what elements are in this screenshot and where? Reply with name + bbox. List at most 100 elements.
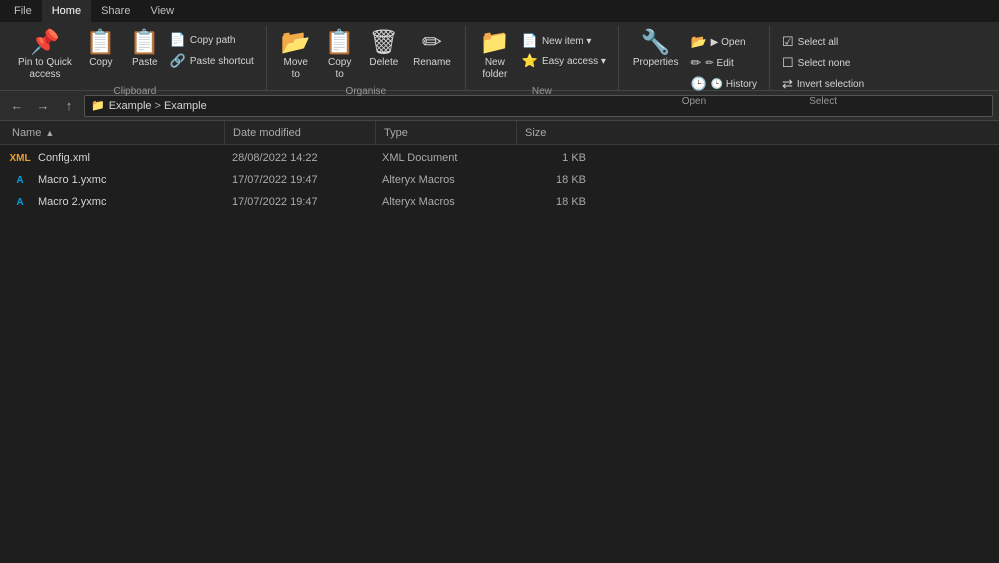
copy-path-icon [170,32,186,48]
copy-to-icon [325,31,355,55]
pin-icon [30,31,60,55]
delete-button[interactable]: Delete [363,28,405,72]
organise-items: Moveto Copyto Delete Rename [275,28,457,84]
new-items: Newfolder New item ▾ Easy access ▾ [474,28,610,84]
edit-label: ✏ Edit [705,58,733,69]
easy-access-label: Easy access ▾ [542,56,606,67]
ribbon-group-select: Select all Select none Invert selection … [770,26,876,90]
file-type: Alteryx Macros [374,196,514,208]
history-button[interactable]: 🕒 History [686,74,761,94]
file-name-cell: A Macro 2.yxmc [4,194,224,210]
easy-access-button[interactable]: Easy access ▾ [518,51,610,71]
copy-label: Copy [89,57,112,69]
select-label: Select [809,94,837,109]
file-type: XML Document [374,152,514,164]
new-folder-icon [480,31,510,55]
folder-icon: 📁 [91,99,105,112]
rename-button[interactable]: Rename [407,28,457,72]
properties-icon [641,31,671,55]
back-button[interactable]: ← [6,95,28,117]
rename-label: Rename [413,57,451,69]
file-row[interactable]: XML Config.xml 28/08/2022 14:22 XML Docu… [0,147,999,169]
file-row[interactable]: A Macro 2.yxmc 17/07/2022 19:47 Alteryx … [0,191,999,213]
tab-home[interactable]: Home [42,0,91,22]
select-none-icon [782,55,794,71]
file-date: 28/08/2022 14:22 [224,152,374,164]
easy-access-icon [522,53,538,69]
open-button[interactable]: ▶ Open [686,32,761,52]
copy-path-button[interactable]: Copy path [166,30,258,50]
file-date: 17/07/2022 19:47 [224,174,374,186]
column-headers: Name ▲ Date modified Type Size [0,121,999,145]
new-item-button[interactable]: New item ▾ [518,31,610,51]
delete-label: Delete [369,57,398,69]
file-type-icon: A [12,194,28,210]
ribbon-group-clipboard: Pin to Quickaccess Copy Paste Copy path [4,26,267,90]
paste-shortcut-button[interactable]: Paste shortcut [166,51,258,71]
edit-button[interactable]: ✏ Edit [686,53,761,73]
file-name-cell: A Macro 1.yxmc [4,172,224,188]
properties-button[interactable]: Properties [627,28,685,72]
col-header-name[interactable]: Name ▲ [4,127,224,139]
copy-to-label: Copyto [328,57,351,81]
copy-button[interactable]: Copy [80,28,122,72]
move-to-button[interactable]: Moveto [275,28,317,84]
paste-button[interactable]: Paste [124,28,166,72]
select-items: Select all Select none Invert selection [778,28,868,94]
select-all-label: Select all [798,37,839,48]
invert-label: Invert selection [797,79,864,90]
file-pane: Name ▲ Date modified Type Size XML Confi… [0,121,999,215]
forward-button[interactable]: → [32,95,54,117]
xml-icon: XML [9,153,30,164]
open-icon [690,34,706,50]
up-button[interactable]: ↑ [58,95,80,117]
tab-share[interactable]: Share [91,0,140,22]
alteryx-icon: A [16,175,23,186]
tab-view[interactable]: View [140,0,184,22]
new-folder-button[interactable]: Newfolder [474,28,516,84]
address-part-2[interactable]: Example [164,100,207,112]
pin-label: Pin to Quickaccess [18,57,72,81]
paste-sub-buttons: Copy path Paste shortcut [166,30,258,71]
sort-icon: ▲ [45,128,54,138]
pin-to-quick-access-button[interactable]: Pin to Quickaccess [12,28,78,84]
select-none-button[interactable]: Select none [778,53,868,73]
invert-icon [782,76,793,92]
history-label: 🕒 History [711,79,757,90]
col-header-type[interactable]: Type [376,127,516,139]
open-sub-buttons: ▶ Open ✏ Edit 🕒 History [686,32,761,94]
file-size: 18 KB [514,196,594,208]
file-row[interactable]: A Macro 1.yxmc 17/07/2022 19:47 Alteryx … [0,169,999,191]
new-item-label: New item ▾ [542,36,591,47]
col-header-size[interactable]: Size [517,127,597,139]
file-name-cell: XML Config.xml [4,150,224,166]
copy-to-button[interactable]: Copyto [319,28,361,84]
new-item-group: New item ▾ Easy access ▾ [518,28,610,71]
open-label: Open [682,94,706,109]
new-folder-label: Newfolder [482,57,507,81]
file-name: Config.xml [38,152,216,164]
paste-shortcut-icon [170,53,186,69]
file-type-icon: A [12,172,28,188]
new-item-icon [522,33,538,49]
select-none-label: Select none [798,58,851,69]
copy-icon [86,31,116,55]
clipboard-items: Pin to Quickaccess Copy Paste Copy path [12,28,258,84]
organise-label: Organise [346,84,387,99]
ribbon-content: Pin to Quickaccess Copy Paste Copy path [0,22,999,90]
ribbon-group-open: Properties ▶ Open ✏ Edit 🕒 History [619,26,770,90]
alteryx-icon: A [16,197,23,208]
tab-file[interactable]: File [4,0,42,22]
invert-selection-button[interactable]: Invert selection [778,74,868,94]
paste-group: Paste Copy path Paste shortcut [124,28,258,72]
file-type: Alteryx Macros [374,174,514,186]
open-items: Properties ▶ Open ✏ Edit 🕒 History [627,28,761,94]
ribbon-tabs: File Home Share View [0,0,999,22]
rename-icon [422,31,442,55]
properties-label: Properties [633,57,679,69]
file-size: 1 KB [514,152,594,164]
address-part-1[interactable]: Example [109,100,152,112]
col-header-date[interactable]: Date modified [225,127,375,139]
select-all-button[interactable]: Select all [778,32,868,52]
history-icon [690,76,706,92]
